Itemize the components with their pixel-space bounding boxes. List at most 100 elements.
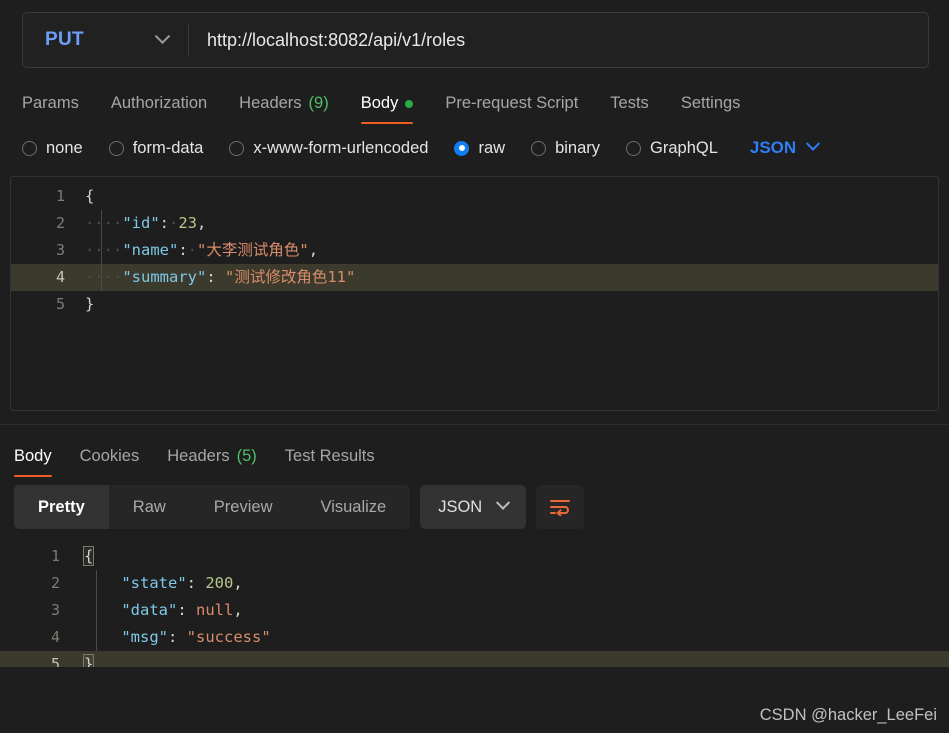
response-tab-label: Cookies (79, 447, 140, 465)
request-tab-params[interactable]: Params (22, 94, 95, 124)
request-tab-label: Settings (680, 94, 741, 112)
code-line: 2 ····"id":·23, (11, 210, 938, 237)
pane-divider[interactable] (0, 424, 949, 425)
code-token: } (82, 654, 95, 667)
response-tab-cookies[interactable]: Cookies (66, 447, 154, 477)
body-type-x-www-form-urlencoded[interactable]: x-www-form-urlencoded (229, 139, 428, 158)
radio-icon[interactable] (626, 140, 642, 156)
body-type-binary[interactable]: binary (531, 139, 600, 158)
line-number: 5 (50, 655, 60, 667)
request-tab-label: Pre-request Script (445, 94, 579, 112)
response-view-pretty[interactable]: Pretty (14, 485, 109, 529)
code-line-text: { (83, 183, 94, 210)
line-number: 2 (50, 574, 60, 592)
response-tab-label: Test Results (284, 447, 375, 465)
code-line-text: } (83, 291, 94, 318)
response-tab-body[interactable]: Body (14, 447, 66, 477)
code-line-text: "data": null, (82, 597, 242, 624)
code-token: } (85, 295, 95, 313)
request-tab-pre-request-script[interactable]: Pre-request Script (429, 94, 594, 124)
response-tabs: Body Cookies Headers (5) Test Results (0, 431, 949, 477)
radio-icon[interactable] (229, 140, 245, 156)
code-token: { (85, 187, 95, 205)
response-tab-headers[interactable]: Headers (5) (153, 447, 271, 477)
code-token: : (168, 628, 187, 646)
code-line: 1{ (0, 543, 949, 570)
response-view-visualize[interactable]: Visualize (296, 485, 410, 529)
body-type-label: none (46, 138, 83, 157)
code-line: 3 "data": null, (0, 597, 949, 624)
code-token: , (197, 214, 207, 232)
indent-guide (96, 570, 97, 597)
http-method-label: PUT (45, 29, 84, 50)
line-number: 3 (50, 601, 60, 619)
radio-icon[interactable] (108, 140, 124, 156)
request-tab-tests[interactable]: Tests (594, 94, 665, 124)
code-line-text: } (82, 651, 95, 667)
code-line: 3 ····"name":·"大李测试角色", (11, 237, 938, 264)
code-token: , (308, 241, 319, 259)
code-token: { (82, 546, 95, 566)
radio-icon[interactable] (22, 140, 37, 156)
body-type-raw[interactable]: raw (454, 139, 505, 158)
indent-guide (96, 597, 97, 624)
code-token: : (177, 601, 196, 619)
code-token: : (206, 268, 216, 286)
watermark: CSDN @hacker_LeeFei (759, 706, 937, 724)
request-tab-label: Body (360, 94, 399, 112)
response-tab-count: (5) (236, 447, 257, 465)
line-number: 4 (55, 268, 65, 286)
code-line-text: { (82, 543, 95, 570)
body-type-none[interactable]: none (22, 139, 83, 158)
chevron-down-icon (496, 495, 511, 510)
chevron-down-icon (806, 136, 821, 151)
request-tab-authorization[interactable]: Authorization (95, 94, 223, 124)
code-line: 4 "msg": "success" (0, 624, 949, 651)
code-token: "msg" (121, 628, 168, 646)
body-type-graphql[interactable]: GraphQL (626, 139, 718, 158)
word-wrap-button[interactable] (536, 485, 585, 529)
code-token: "测试修改角色11" (225, 268, 356, 286)
line-number: 3 (55, 241, 65, 259)
response-tab-label: Body (14, 447, 52, 465)
request-tab-body[interactable]: Body (345, 94, 430, 124)
request-body-code[interactable]: 1{2 ····"id":·23, 3 ····"name":·"大李测试角色", 4 ·… (11, 177, 938, 318)
body-type-label: binary (555, 138, 601, 157)
response-body-code[interactable]: 1{2 "state": 200, 3 "data": null, 4 "msg":… (0, 537, 949, 667)
code-token: "summary" (122, 268, 207, 286)
body-type-label: form-data (132, 138, 204, 157)
code-token: ···· (85, 214, 123, 232)
indent-guide (101, 264, 102, 291)
response-tab-test-results[interactable]: Test Results (271, 447, 389, 477)
code-token: null (196, 601, 234, 619)
chevron-down-icon (154, 27, 171, 44)
request-url-input[interactable] (189, 13, 928, 67)
code-token: "state" (121, 574, 187, 592)
response-body-viewer[interactable]: 1{2 "state": 200, 3 "data": null, 4 "msg":… (0, 537, 949, 667)
code-token: : (178, 241, 188, 259)
radio-icon[interactable] (454, 140, 470, 156)
request-body-editor[interactable]: 1{2 ····"id":·23, 3 ····"name":·"大李测试角色", 4 ·… (10, 176, 939, 411)
code-token: "id" (122, 214, 160, 232)
raw-format-dropdown[interactable]: JSON (749, 136, 821, 158)
code-line: 4 ····"summary": "测试修改角色11" (11, 264, 938, 291)
request-tab-label: Params (22, 94, 79, 112)
line-number: 2 (55, 214, 65, 232)
http-method-select[interactable]: PUT (23, 13, 188, 67)
code-token: · (187, 241, 198, 259)
code-token: "success" (186, 628, 271, 646)
response-view-raw[interactable]: Raw (109, 485, 190, 529)
body-type-form-data[interactable]: form-data (108, 138, 204, 158)
radio-icon[interactable] (531, 140, 547, 156)
response-view-mode-group: Pretty Raw Preview Visualize (14, 485, 411, 529)
response-format-dropdown[interactable]: JSON (420, 485, 527, 529)
indent-guide (101, 237, 102, 264)
request-tab-settings[interactable]: Settings (665, 94, 757, 124)
response-view-preview[interactable]: Preview (190, 485, 297, 529)
request-tab-headers[interactable]: Headers (9) (223, 94, 345, 124)
code-token: 23 (178, 214, 198, 232)
raw-format-label: JSON (749, 138, 797, 157)
line-number: 4 (50, 628, 60, 646)
word-wrap-icon (550, 500, 571, 516)
